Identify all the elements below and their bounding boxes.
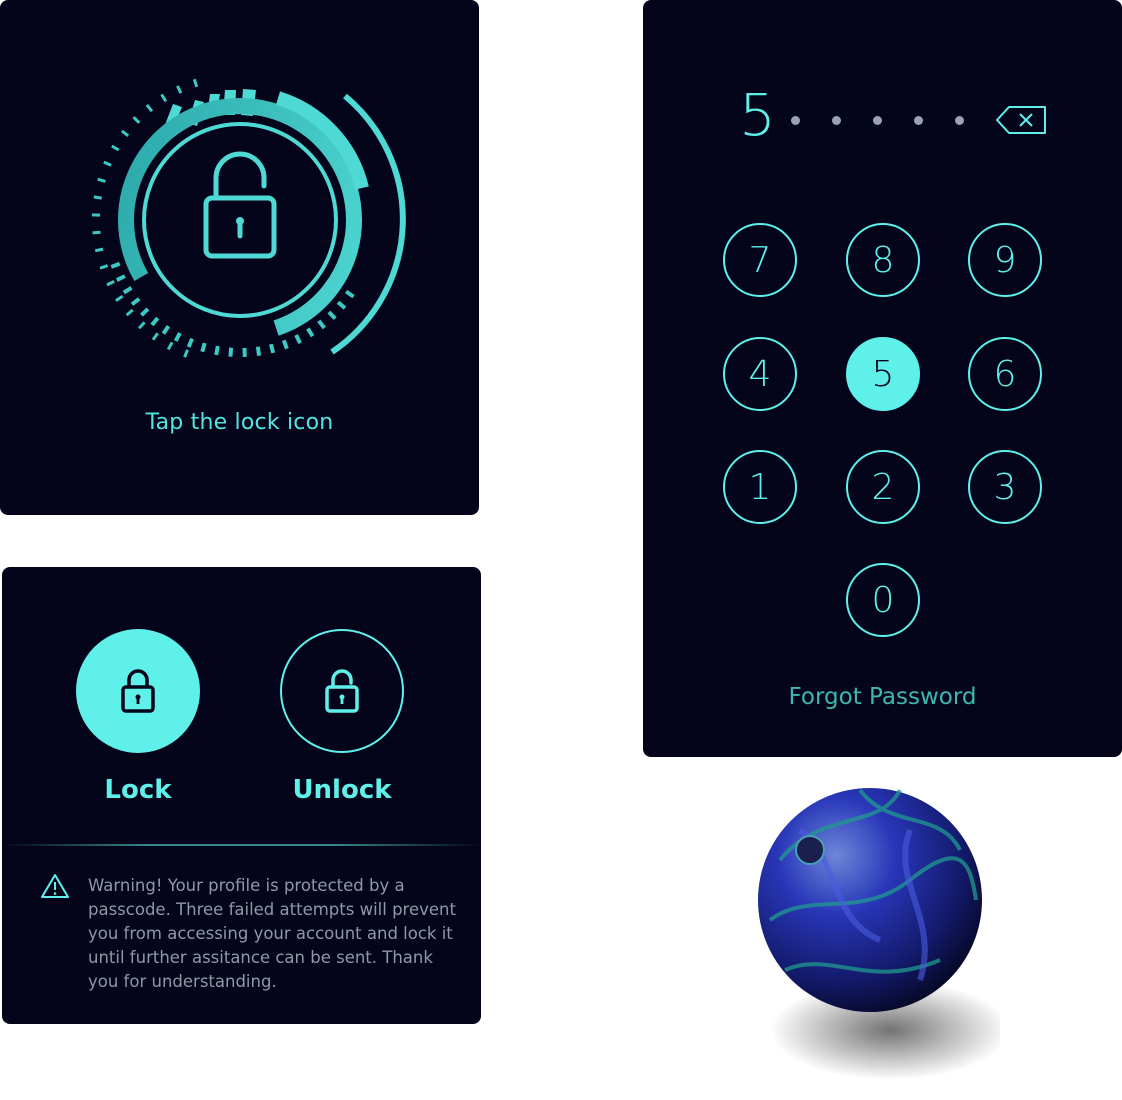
key-4[interactable]: 4 [723,337,797,411]
key-2[interactable]: 2 [846,450,920,524]
dial-tick [94,247,104,253]
key-8[interactable]: 8 [846,223,920,297]
warning-icon [41,874,69,898]
warning-message: Warning! Your profile is protected by a … [88,876,456,991]
dial-tick [228,347,234,357]
dial-tick [336,300,347,310]
key-5[interactable]: 5 [846,337,920,411]
lock-icon [121,669,155,713]
dial-tick [183,349,189,358]
dial-tick [140,307,150,317]
dial-tick [255,346,262,356]
tap-lock-instruction: Tap the lock icon [145,410,334,435]
lock-button[interactable] [76,629,200,753]
lock-label[interactable]: Lock [48,775,228,805]
forgot-password-link[interactable]: Forgot Password [643,684,1122,710]
unlock-icon [325,669,359,713]
dial-tick [327,310,337,320]
pin-placeholder-dot [791,116,800,125]
key-3[interactable]: 3 [968,450,1042,524]
dial-tick [294,334,302,345]
lock-dial [92,78,406,358]
decorative-sphere-image [758,788,1000,1080]
key-1[interactable]: 1 [723,450,797,524]
dial-tick [106,280,115,287]
key-6[interactable]: 6 [968,337,1042,411]
pin-placeholder-dot [914,116,923,125]
dial-tick [200,342,207,353]
lock-dial-card: Tap the lock icon [0,0,479,515]
dial-tick [192,78,199,88]
dial-tick [115,294,124,302]
key-9[interactable]: 9 [968,223,1042,297]
dial-tick [115,274,126,282]
dial-tick [99,264,109,270]
divider [2,844,481,846]
dial-tick [176,85,183,94]
dial-tick [344,289,355,299]
dial-tick [214,345,220,356]
unlock-label[interactable]: Unlock [252,775,432,805]
pin-pad-card: 5 7 8 9 4 5 6 1 2 3 0 Forgot Password [643,0,1122,757]
dial-tick [120,129,130,137]
lock-icon[interactable] [203,151,277,259]
dial-tick [103,160,112,167]
dial-tick [145,104,154,113]
dial-tick [173,332,182,342]
dial-tick [151,332,159,341]
dial-tick [306,327,315,338]
pin-placeholder-dot [873,116,882,125]
backspace-icon[interactable] [995,104,1049,136]
dial-tick [110,261,121,269]
dial-tick [111,144,120,152]
dial-tick [269,343,276,354]
dial-tick [186,337,194,348]
dial-tick [150,316,160,327]
dial-tick [137,321,146,330]
unlock-button[interactable] [280,629,404,753]
dial-tick [281,339,289,350]
dial-tick [317,319,326,330]
dial-tick [122,286,133,295]
dial-tick [93,195,102,200]
dial-tick [125,308,134,317]
dial-tick [92,230,101,235]
dial-tick [161,324,171,335]
key-0[interactable]: 0 [846,563,920,637]
dial-tick [160,93,168,103]
dial-tick [132,116,141,124]
pin-placeholder-dot [832,116,841,125]
dial-tick [130,297,141,306]
key-7[interactable]: 7 [723,223,797,297]
dial-tick [97,177,106,183]
lock-toggle-card: Lock Unlock Warning! Your profile is pro… [2,567,481,1024]
pin-placeholder-dot [955,116,964,125]
entered-digit: 5 [739,81,776,149]
dial-tick [166,341,174,351]
